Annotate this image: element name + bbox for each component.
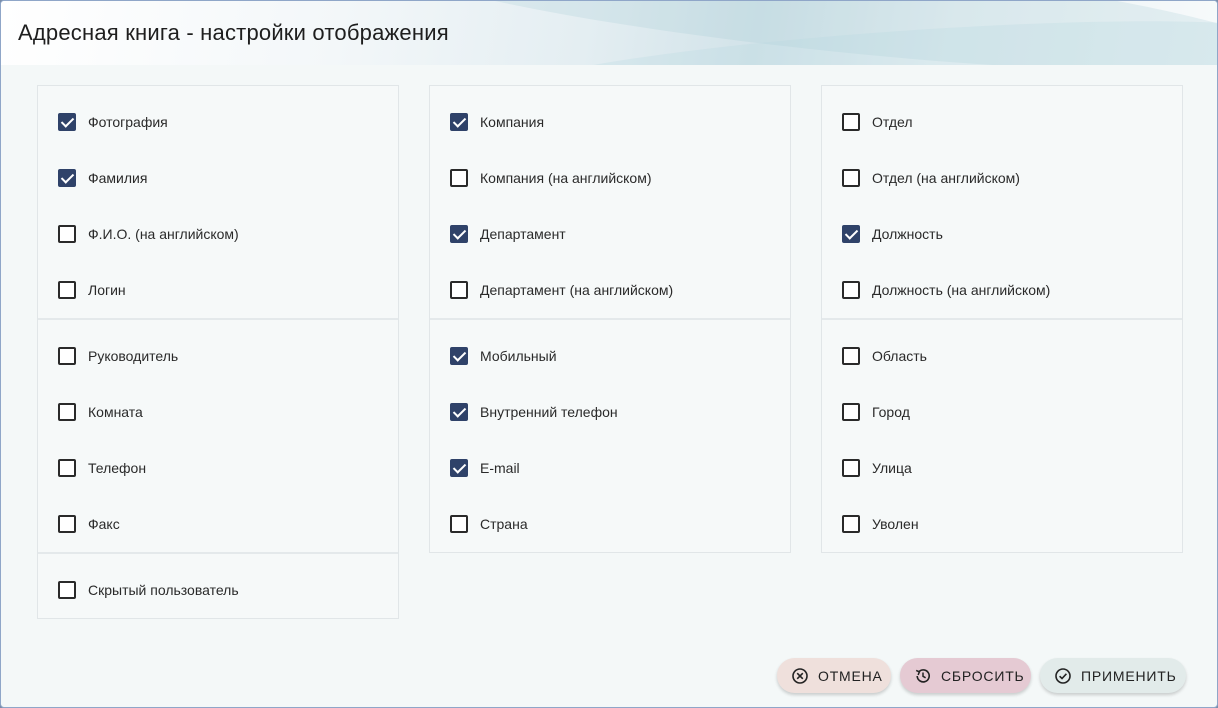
option-row[interactable]: Должность (на английском) bbox=[822, 262, 1182, 318]
option-label: Область bbox=[872, 348, 927, 364]
column-personal: Фотография Фамилия Ф.И.О. (на английском) Л… bbox=[37, 85, 399, 619]
option-row[interactable]: Компания bbox=[430, 94, 790, 150]
option-group: Компания Компания (на английском) Департам… bbox=[430, 86, 790, 320]
checkbox-unchecked[interactable] bbox=[842, 113, 860, 131]
column-position-address: Отдел Отдел (на английском) Должность Должн… bbox=[821, 85, 1183, 553]
option-row[interactable]: Комната bbox=[38, 384, 398, 440]
option-label: Департамент (на английском) bbox=[480, 282, 674, 298]
checkbox-checked[interactable] bbox=[58, 113, 76, 131]
option-label: Ф.И.О. (на английском) bbox=[88, 226, 239, 242]
checkbox-unchecked[interactable] bbox=[58, 403, 76, 421]
cancel-button-label: ОТМЕНА bbox=[818, 667, 883, 684]
option-row[interactable]: Ф.И.О. (на английском) bbox=[38, 206, 398, 262]
checkbox-checked[interactable] bbox=[450, 347, 468, 365]
checkbox-checked[interactable] bbox=[58, 169, 76, 187]
checkbox-unchecked[interactable] bbox=[450, 281, 468, 299]
option-row[interactable]: Внутренний телефон bbox=[430, 384, 790, 440]
checkbox-unchecked[interactable] bbox=[58, 581, 76, 599]
option-row[interactable]: Отдел bbox=[822, 94, 1182, 150]
option-group: Мобильный Внутренний телефон E-mail Страна bbox=[430, 320, 790, 552]
checkbox-checked[interactable] bbox=[450, 225, 468, 243]
checkbox-checked[interactable] bbox=[842, 225, 860, 243]
dialog-header: Адресная книга - настройки отображения bbox=[1, 1, 1217, 65]
option-row[interactable]: Страна bbox=[430, 496, 790, 552]
option-row[interactable]: Мобильный bbox=[430, 328, 790, 384]
option-row[interactable]: Компания (на английском) bbox=[430, 150, 790, 206]
checkbox-unchecked[interactable] bbox=[842, 169, 860, 187]
checkbox-unchecked[interactable] bbox=[842, 281, 860, 299]
apply-button-label: ПРИМЕНИТЬ bbox=[1081, 667, 1177, 684]
option-label: Отдел bbox=[872, 114, 913, 130]
option-row[interactable]: Уволен bbox=[822, 496, 1182, 552]
option-group: Фотография Фамилия Ф.И.О. (на английском) Л… bbox=[38, 86, 398, 320]
option-group: Область Город Улица Уволен bbox=[822, 320, 1182, 552]
option-label: Фамилия bbox=[88, 170, 148, 186]
cancel-button[interactable]: ОТМЕНА bbox=[777, 658, 891, 693]
checkbox-unchecked[interactable] bbox=[842, 515, 860, 533]
reset-button-label: СБРОСИТЬ bbox=[941, 667, 1025, 684]
option-group: Скрытый пользователь bbox=[38, 554, 398, 618]
option-label: Отдел (на английском) bbox=[872, 170, 1020, 186]
option-label: Должность (на английском) bbox=[872, 282, 1051, 298]
checkbox-unchecked[interactable] bbox=[842, 347, 860, 365]
option-label: Мобильный bbox=[480, 348, 557, 364]
option-row[interactable]: Логин bbox=[38, 262, 398, 318]
option-row[interactable]: Департамент (на английском) bbox=[430, 262, 790, 318]
option-row[interactable]: Фамилия bbox=[38, 150, 398, 206]
checkbox-checked[interactable] bbox=[450, 459, 468, 477]
settings-dialog: Адресная книга - настройки отображения Ф… bbox=[0, 0, 1218, 708]
option-row[interactable]: Должность bbox=[822, 206, 1182, 262]
option-label: Телефон bbox=[88, 460, 147, 476]
option-row[interactable]: Область bbox=[822, 328, 1182, 384]
option-row[interactable]: Улица bbox=[822, 440, 1182, 496]
option-label: Город bbox=[872, 404, 910, 420]
checkbox-checked[interactable] bbox=[450, 113, 468, 131]
checkbox-unchecked[interactable] bbox=[842, 403, 860, 421]
checkbox-unchecked[interactable] bbox=[58, 459, 76, 477]
column-organization-contacts: Компания Компания (на английском) Департам… bbox=[429, 85, 791, 553]
checkbox-unchecked[interactable] bbox=[58, 347, 76, 365]
option-row[interactable]: Город bbox=[822, 384, 1182, 440]
option-group: Отдел Отдел (на английском) Должность Должн… bbox=[822, 86, 1182, 320]
option-label: Уволен bbox=[872, 516, 919, 532]
option-label: Фотография bbox=[88, 114, 168, 130]
option-row[interactable]: Телефон bbox=[38, 440, 398, 496]
option-label: Компания bbox=[480, 114, 545, 130]
check-circle-icon bbox=[1054, 667, 1072, 685]
checkbox-unchecked[interactable] bbox=[58, 225, 76, 243]
option-label: Руководитель bbox=[88, 348, 179, 364]
checkbox-unchecked[interactable] bbox=[450, 515, 468, 533]
option-label: Компания (на английском) bbox=[480, 170, 652, 186]
checkbox-checked[interactable] bbox=[450, 403, 468, 421]
option-label: Логин bbox=[88, 282, 126, 298]
option-label: Департамент bbox=[480, 226, 566, 242]
option-row[interactable]: Департамент bbox=[430, 206, 790, 262]
option-label: E-mail bbox=[480, 460, 520, 476]
option-label: Факс bbox=[88, 516, 120, 532]
option-label: Улица bbox=[872, 460, 912, 476]
option-label: Внутренний телефон bbox=[480, 404, 618, 420]
option-label: Должность bbox=[872, 226, 943, 242]
option-row[interactable]: Факс bbox=[38, 496, 398, 552]
option-group: Руководитель Комната Телефон Факс bbox=[38, 320, 398, 554]
cancel-circle-icon bbox=[791, 667, 809, 685]
option-label: Комната bbox=[88, 404, 143, 420]
checkbox-unchecked[interactable] bbox=[450, 169, 468, 187]
option-row[interactable]: Отдел (на английском) bbox=[822, 150, 1182, 206]
option-label: Скрытый пользователь bbox=[88, 582, 239, 598]
checkbox-unchecked[interactable] bbox=[58, 281, 76, 299]
checkbox-unchecked[interactable] bbox=[58, 515, 76, 533]
option-row[interactable]: Фотография bbox=[38, 94, 398, 150]
checkbox-unchecked[interactable] bbox=[842, 459, 860, 477]
option-row[interactable]: Скрытый пользователь bbox=[38, 562, 398, 618]
option-row[interactable]: E-mail bbox=[430, 440, 790, 496]
reset-button[interactable]: СБРОСИТЬ bbox=[900, 658, 1031, 693]
apply-button[interactable]: ПРИМЕНИТЬ bbox=[1040, 658, 1186, 693]
option-row[interactable]: Руководитель bbox=[38, 328, 398, 384]
history-restore-icon bbox=[914, 667, 932, 685]
dialog-title: Адресная книга - настройки отображения bbox=[18, 20, 449, 45]
option-label: Страна bbox=[480, 516, 528, 532]
